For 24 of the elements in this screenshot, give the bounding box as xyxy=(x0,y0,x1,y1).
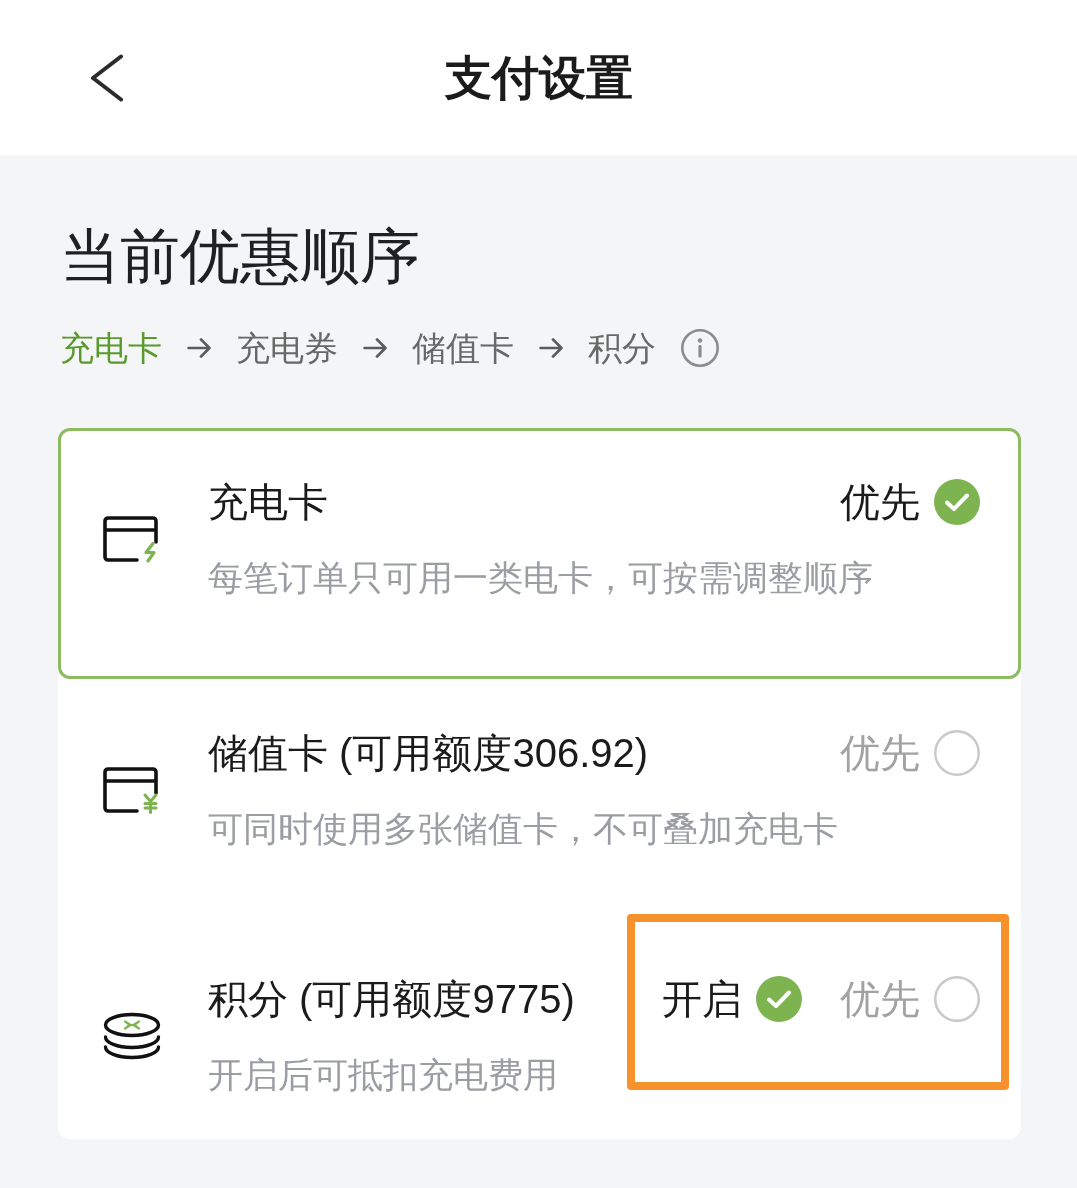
order-step: 充电卡 xyxy=(60,326,162,370)
arrow-right-icon xyxy=(187,338,211,358)
arrow-right-icon xyxy=(539,338,563,358)
enable-toggle[interactable]: 开启 xyxy=(662,975,802,1023)
option-title: 积分 (可用额度9775) xyxy=(208,976,575,1023)
option-description: 可同时使用多张储值卡，不可叠加充电卡 xyxy=(208,809,838,850)
order-step: 积分 xyxy=(588,326,656,370)
page-title: 支付设置 xyxy=(444,49,633,106)
option-title: 充电卡 xyxy=(208,479,328,526)
option-description: 开启后可抵扣充电费用 xyxy=(208,1055,558,1096)
chevron-left-icon xyxy=(90,53,124,102)
priority-toggle[interactable]: 优先 xyxy=(840,478,980,526)
info-icon[interactable] xyxy=(681,329,719,367)
section-heading: 当前优惠顺序 xyxy=(60,222,420,292)
option-row[interactable]: 充电卡 优先 每笔订单只可用一类电卡，可按需调整顺序 xyxy=(58,428,1021,679)
option-title: 储值卡 (可用额度306.92) xyxy=(208,730,649,777)
card-yen-icon xyxy=(103,766,161,814)
card-lightning-icon xyxy=(103,515,161,563)
coin-stack-icon xyxy=(103,1012,161,1060)
option-description: 每笔订单只可用一类电卡，可按需调整顺序 xyxy=(208,558,873,599)
arrow-right-icon xyxy=(363,338,387,358)
back-button[interactable] xyxy=(90,53,124,102)
order-step: 储值卡 xyxy=(412,326,514,370)
order-step: 充电券 xyxy=(236,326,338,370)
